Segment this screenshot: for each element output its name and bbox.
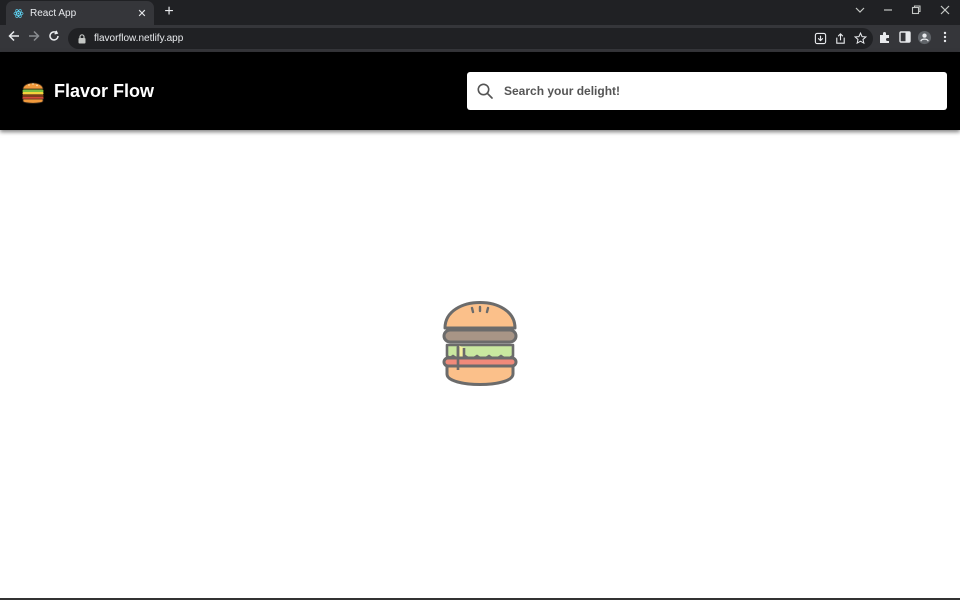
close-tab-icon[interactable]: ✕ xyxy=(135,7,149,20)
search-bar[interactable] xyxy=(467,72,947,110)
app-header: Flavor Flow xyxy=(0,52,960,130)
new-tab-button[interactable]: + xyxy=(161,3,177,21)
browser-tab-strip: React App ✕ + xyxy=(0,0,960,25)
reload-icon[interactable] xyxy=(45,29,63,47)
minimize-icon[interactable] xyxy=(878,3,898,19)
close-window-icon[interactable] xyxy=(935,3,955,19)
bookmark-star-icon[interactable] xyxy=(853,31,868,46)
search-input[interactable] xyxy=(504,84,924,98)
burger-icon[interactable] xyxy=(21,78,45,105)
tab-title: React App xyxy=(30,7,77,19)
side-panel-icon[interactable] xyxy=(898,30,914,46)
brand-title[interactable]: Flavor Flow xyxy=(54,81,154,102)
more-menu-icon[interactable] xyxy=(938,30,954,46)
extensions-icon[interactable] xyxy=(878,30,894,46)
share-icon[interactable] xyxy=(834,32,848,46)
forward-icon[interactable] xyxy=(25,29,43,47)
back-icon[interactable] xyxy=(5,29,23,47)
lock-icon xyxy=(76,33,88,44)
restore-icon[interactable] xyxy=(906,3,926,19)
url-text: flavorflow.netlify.app xyxy=(94,33,184,44)
react-icon xyxy=(13,8,24,19)
browser-tab[interactable]: React App ✕ xyxy=(6,1,154,25)
browser-toolbar: flavorflow.netlify.app xyxy=(0,25,960,52)
burger-icon xyxy=(442,298,518,388)
profile-avatar-icon[interactable] xyxy=(917,30,933,46)
address-bar[interactable]: flavorflow.netlify.app xyxy=(68,28,873,49)
search-icon xyxy=(476,82,494,100)
tab-search-icon[interactable] xyxy=(850,3,870,19)
install-app-icon[interactable] xyxy=(814,32,828,46)
